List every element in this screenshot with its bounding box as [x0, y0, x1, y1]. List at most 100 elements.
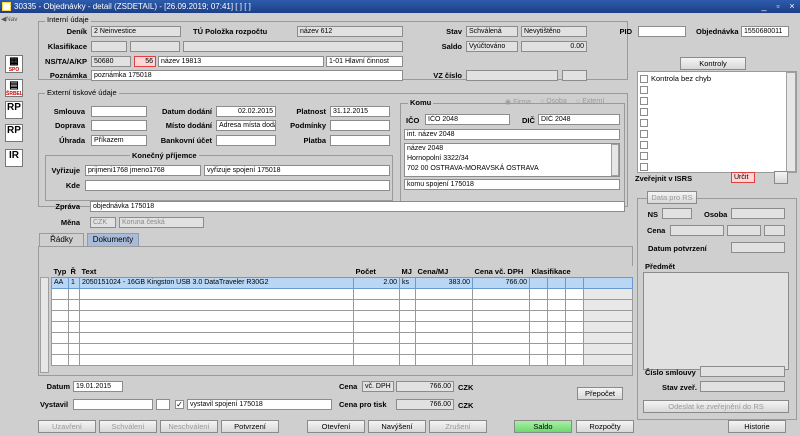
grid-cell[interactable]: [353, 287, 400, 300]
grid-cell[interactable]: [529, 331, 548, 344]
grid-cell[interactable]: [399, 309, 416, 322]
cell-cena-dph[interactable]: 766.00: [472, 276, 530, 289]
ledger-icon[interactable]: ▤ŠRBELV: [5, 79, 23, 97]
tab-radky[interactable]: Řádky: [39, 233, 84, 246]
poznamka-field[interactable]: poznámka 175018: [91, 70, 403, 81]
odeslat-rs-button[interactable]: Odeslat ke zveřejnění do RS: [643, 400, 789, 413]
nazev-field[interactable]: název 19813: [158, 56, 324, 67]
grid-cell[interactable]: [51, 309, 69, 322]
grid-cell[interactable]: [399, 342, 416, 355]
saldo-button[interactable]: Saldo: [514, 420, 572, 433]
grid-cell[interactable]: [472, 353, 530, 366]
table-row-empty[interactable]: [51, 309, 634, 322]
bankovni-field[interactable]: [216, 135, 276, 146]
grid-cell[interactable]: [472, 287, 530, 300]
table-row-empty[interactable]: [51, 342, 634, 355]
rozpocty-button[interactable]: Rozpočty: [576, 420, 634, 433]
pid-field[interactable]: [638, 26, 686, 37]
grid-cell[interactable]: [79, 298, 354, 311]
grid-cell[interactable]: [68, 331, 80, 344]
grid-cell[interactable]: [68, 287, 80, 300]
grid-cell[interactable]: [529, 342, 548, 355]
int-nazev-field[interactable]: int. název 2048: [404, 129, 620, 140]
spo-icon[interactable]: ▦ SPO: [5, 55, 23, 73]
cell-typ[interactable]: AA: [51, 276, 69, 289]
grid-cell[interactable]: [51, 298, 69, 311]
grid-scrollbar[interactable]: [40, 277, 49, 373]
grid-cell[interactable]: [415, 320, 473, 333]
ns-field[interactable]: 50680: [91, 56, 131, 67]
table-row-empty[interactable]: [51, 353, 634, 366]
address-field[interactable]: název 2048 Hornopolní 3322/34 702 00 OST…: [404, 143, 620, 177]
col-pocet[interactable]: Počet: [353, 266, 400, 277]
vystavil-spojeni-field[interactable]: vystavil spojení 175018: [187, 399, 332, 410]
klasifikace-field-1[interactable]: [91, 41, 127, 52]
data-rs-tab[interactable]: Data pro RS: [647, 191, 697, 204]
kontrola-check-6[interactable]: [640, 130, 648, 138]
grid-cell[interactable]: [547, 342, 566, 355]
grid-cell[interactable]: [68, 342, 80, 355]
grid-cell[interactable]: [547, 287, 566, 300]
stav-field-1[interactable]: Schválená: [466, 26, 518, 37]
cell-klas-1[interactable]: [529, 276, 548, 289]
ir-icon[interactable]: IR: [5, 149, 23, 167]
vyrizuje-field[interactable]: prijmeni1768 jmeno1768: [85, 165, 201, 176]
grid-cell[interactable]: [564, 331, 585, 344]
grid-cell[interactable]: [79, 287, 354, 300]
vz-field[interactable]: [466, 70, 558, 81]
grid-cell[interactable]: [79, 331, 354, 344]
schvaleni-button[interactable]: Schválení: [99, 420, 157, 433]
grid-cell[interactable]: [415, 353, 473, 366]
grid-cell[interactable]: [564, 353, 585, 366]
historie-button[interactable]: Historie: [728, 420, 786, 433]
grid-cell[interactable]: [399, 287, 416, 300]
table-row-empty[interactable]: [51, 331, 634, 344]
cell-mj[interactable]: ks: [399, 276, 416, 289]
grid-cell[interactable]: [472, 309, 530, 322]
denik-field[interactable]: 2 Neinvestice: [91, 26, 181, 37]
grid-cell[interactable]: [564, 309, 585, 322]
zruseni-button[interactable]: Zrušení: [429, 420, 487, 433]
platba-field[interactable]: [330, 135, 390, 146]
kontroly-button[interactable]: Kontroly: [680, 57, 746, 70]
kontrola-check-9[interactable]: [640, 163, 648, 171]
grid-cell[interactable]: [529, 287, 548, 300]
isrs-field[interactable]: Určit: [731, 172, 755, 183]
saldo-field[interactable]: Vyúčtováno: [466, 41, 518, 52]
dic-field[interactable]: DIČ 2048: [538, 114, 620, 125]
isrs-lookup-button[interactable]: [774, 171, 788, 184]
vystavil-field[interactable]: [73, 399, 153, 410]
rp-icon[interactable]: RP: [5, 101, 23, 119]
col-text[interactable]: Text: [79, 266, 354, 277]
grid-cell[interactable]: [472, 298, 530, 311]
grid-cell[interactable]: [399, 353, 416, 366]
table-row-empty[interactable]: [51, 320, 634, 333]
kontroly-scrollbar[interactable]: [786, 72, 796, 172]
nav-toggle[interactable]: ◀Nav: [1, 15, 23, 25]
mena-name-field[interactable]: Koruna česká: [119, 217, 204, 228]
grid-cell[interactable]: [415, 309, 473, 322]
rs-datum-field[interactable]: [731, 242, 785, 253]
radio-osoba[interactable]: ○ Osoba: [540, 98, 567, 105]
stav-field-2[interactable]: Nevytištěno: [521, 26, 587, 37]
col-klasifikace[interactable]: Klasifikace: [529, 266, 584, 277]
grid-cell[interactable]: [399, 331, 416, 344]
col-cena[interactable]: Cena/MJ: [415, 266, 473, 277]
grid-cell[interactable]: [472, 331, 530, 344]
grid-cell[interactable]: [51, 331, 69, 344]
grid-cell[interactable]: [529, 298, 548, 311]
ico-field[interactable]: IČO 2048: [425, 114, 510, 125]
grid-cell[interactable]: [353, 353, 400, 366]
grid-cell[interactable]: [68, 298, 80, 311]
col-mj[interactable]: MJ: [399, 266, 416, 277]
grid-cell[interactable]: [415, 342, 473, 355]
grid-cell[interactable]: [472, 320, 530, 333]
table-row[interactable]: AA 1 2050151024 - 16GB Kingston USB 3.0 …: [51, 276, 634, 289]
grid-cell[interactable]: [68, 309, 80, 322]
address-scrollbar[interactable]: [611, 144, 619, 176]
grid-cell[interactable]: [51, 320, 69, 333]
grid-cell[interactable]: [51, 287, 69, 300]
uzavreni-button[interactable]: Uzavření: [38, 420, 96, 433]
datum-field[interactable]: 19.01.2015: [73, 381, 123, 392]
kontrola-check-5[interactable]: [640, 119, 648, 127]
